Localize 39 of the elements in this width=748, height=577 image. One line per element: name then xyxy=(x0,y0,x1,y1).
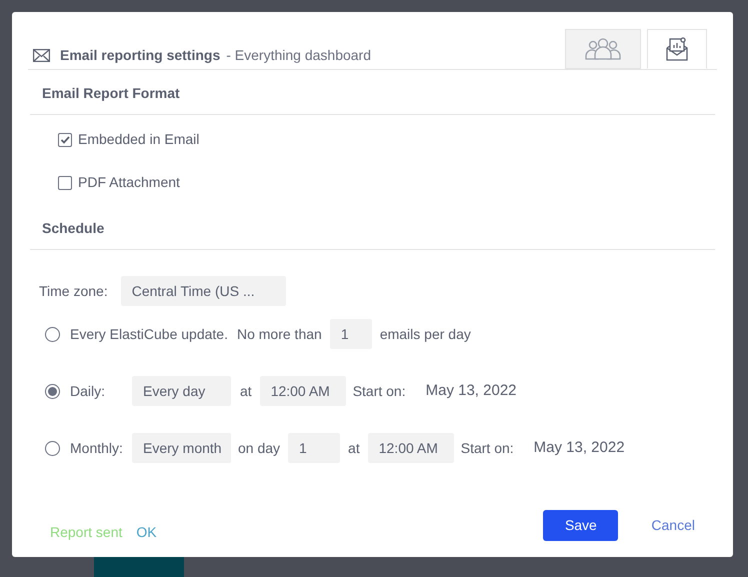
at-label: at xyxy=(240,382,252,400)
limit-label: No more than xyxy=(236,324,322,344)
checkbox[interactable] xyxy=(58,176,72,190)
radio-button[interactable] xyxy=(45,326,60,342)
timezone-label: Time zone: xyxy=(39,282,108,300)
section-heading: Email Report Format xyxy=(42,85,180,101)
people-icon xyxy=(584,38,622,60)
envelope-chart-icon xyxy=(666,37,688,61)
time-field[interactable]: 12:00 AM xyxy=(368,433,454,463)
ok-link[interactable]: OK xyxy=(136,522,157,543)
save-button[interactable]: Save xyxy=(543,510,618,541)
start-label: Start on: xyxy=(460,438,514,458)
status-message: Report sent xyxy=(50,523,122,542)
day-label: on day xyxy=(238,438,280,458)
envelope-icon xyxy=(33,48,50,62)
cancel-button[interactable]: Cancel xyxy=(651,515,695,536)
start-label: Start on: xyxy=(352,382,406,400)
option-label: Every ElastiCube update. xyxy=(70,324,228,344)
limit-field[interactable]: 1 xyxy=(330,319,372,349)
checkbox[interactable] xyxy=(58,132,72,146)
dialog-title: Email reporting settings xyxy=(60,46,220,65)
checkbox-label: Embedded in Email xyxy=(78,130,200,149)
dialog-subtitle: - Everything dashboard xyxy=(226,46,372,65)
frequency-dropdown[interactable]: Every month xyxy=(132,433,231,463)
tab[interactable] xyxy=(647,29,707,69)
section-heading: Schedule xyxy=(42,220,104,236)
limit-suffix: emails per day xyxy=(380,324,471,344)
option-label: Daily: xyxy=(70,382,106,401)
at-label: at xyxy=(348,438,360,458)
start-date: May 13, 2022 xyxy=(534,438,625,458)
frequency-dropdown[interactable]: Every day xyxy=(132,376,231,406)
time-field[interactable]: 12:00 AM xyxy=(260,376,346,406)
checkbox-label: PDF Attachment xyxy=(78,173,180,192)
timezone-dropdown[interactable]: Central Time (US ... xyxy=(120,276,286,306)
option-label: Monthly: xyxy=(70,438,124,458)
radio-button[interactable] xyxy=(45,440,60,456)
start-date: May 13, 2022 xyxy=(426,380,517,401)
radio-button[interactable] xyxy=(45,384,60,398)
day-field[interactable]: 1 xyxy=(288,433,340,463)
